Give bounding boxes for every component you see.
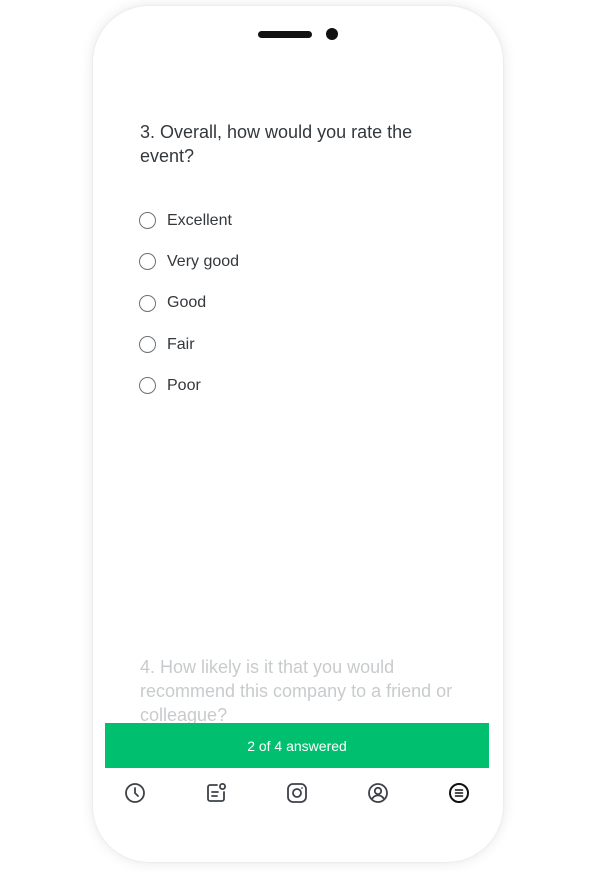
question-title: 3. Overall, how would you rate the event… — [140, 122, 413, 166]
menu-icon[interactable] — [448, 782, 470, 804]
progress-bar: 2 of 4 answered — [105, 723, 489, 768]
option-label: Very good — [167, 252, 240, 270]
answer-options: Excellent Very good Good Fair Poor — [139, 200, 239, 406]
note-notification-icon[interactable] — [205, 782, 227, 804]
option-label: Fair — [167, 335, 195, 353]
clock-icon[interactable] — [124, 782, 146, 804]
phone-screen: 3. Overall, how would you rate the event… — [105, 18, 489, 850]
next-question-title: 4. How likely is it that you would recom… — [140, 657, 453, 725]
radio-button[interactable] — [139, 212, 156, 230]
option-very-good[interactable]: Very good — [139, 241, 239, 282]
speaker-grille — [258, 31, 312, 38]
radio-button[interactable] — [139, 377, 156, 395]
radio-button[interactable] — [139, 253, 156, 271]
option-label: Excellent — [167, 211, 232, 229]
option-good[interactable]: Good — [139, 283, 239, 324]
radio-button[interactable] — [139, 336, 156, 354]
option-fair[interactable]: Fair — [139, 324, 239, 365]
front-camera — [326, 28, 338, 40]
option-label: Good — [167, 294, 207, 312]
profile-icon[interactable] — [367, 782, 389, 804]
bottom-nav — [105, 768, 489, 818]
option-label: Poor — [167, 376, 201, 394]
camera-icon[interactable] — [286, 782, 308, 804]
radio-button[interactable] — [139, 294, 156, 312]
option-excellent[interactable]: Excellent — [139, 200, 239, 241]
option-poor[interactable]: Poor — [139, 365, 239, 406]
